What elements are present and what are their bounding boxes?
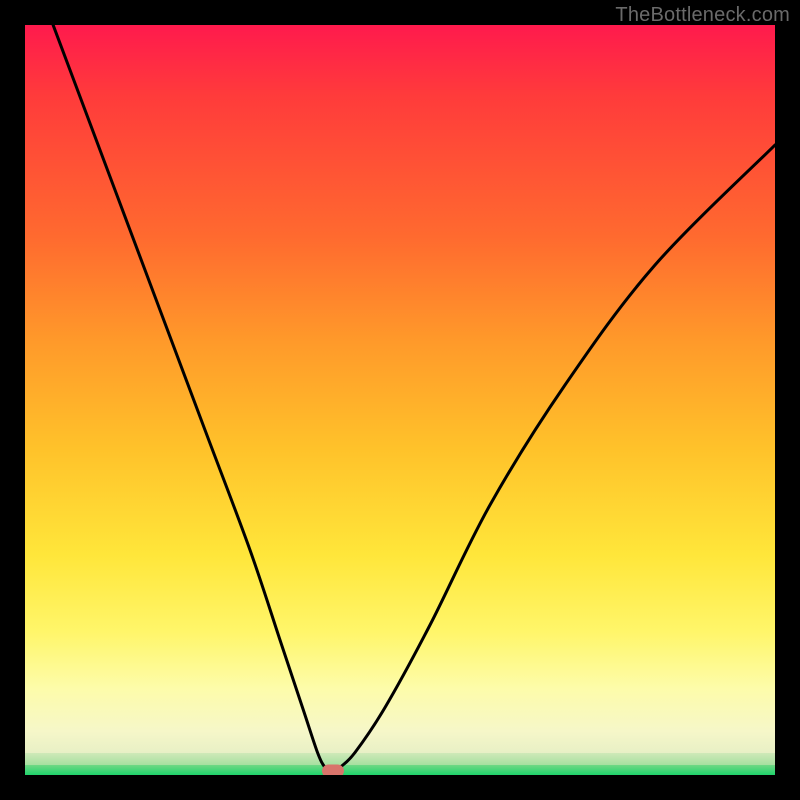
- band-green: [25, 765, 775, 775]
- band-greenish: [25, 753, 775, 765]
- minimum-marker: [322, 765, 344, 775]
- chart-plot-area: [25, 25, 775, 775]
- watermark-text: TheBottleneck.com: [615, 4, 790, 27]
- gradient-background: [25, 25, 775, 731]
- band-pale: [25, 731, 775, 753]
